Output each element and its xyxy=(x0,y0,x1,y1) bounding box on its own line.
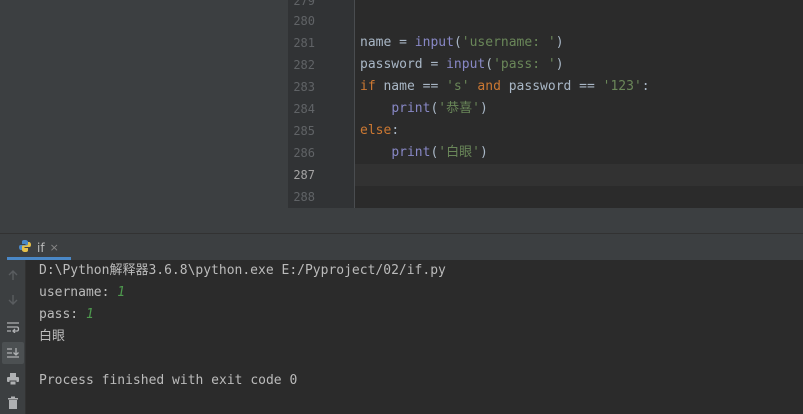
code-line-283: if name == 's' and password == '123': xyxy=(360,76,650,98)
down-arrow-icon[interactable] xyxy=(2,289,24,311)
current-line-highlight xyxy=(355,164,803,186)
code-token: if xyxy=(360,79,376,94)
up-arrow-icon[interactable] xyxy=(2,264,24,286)
code-token: print xyxy=(391,101,431,116)
code-token: 's' xyxy=(446,79,470,94)
code-line-281: name = input('username: ') xyxy=(360,32,564,54)
line-number: 288 xyxy=(293,190,315,204)
console-prompt: username: xyxy=(39,285,118,300)
line-number: 285 xyxy=(293,124,315,138)
python-icon xyxy=(18,238,32,257)
line-number: 280 xyxy=(293,14,315,28)
run-tool-window-header: if × xyxy=(0,233,803,260)
code-token: 'pass: ' xyxy=(493,57,556,72)
code-token: '白眼' xyxy=(438,145,480,160)
line-number: 286 xyxy=(293,146,315,160)
code-token: '123' xyxy=(602,79,642,94)
line-number-current: 287 xyxy=(293,168,315,182)
line-number: 281 xyxy=(293,36,315,50)
code-token: : xyxy=(641,79,650,94)
code-line-284: print('恭喜') xyxy=(360,98,488,120)
soft-wrap-icon[interactable] xyxy=(2,316,24,338)
code-token: input xyxy=(446,57,486,72)
scroll-to-end-icon[interactable] xyxy=(2,342,24,364)
project-panel xyxy=(0,0,288,233)
console-command-line: D:\Python解释器3.6.8\python.exe E:/Pyprojec… xyxy=(39,263,446,278)
code-token: 'username: ' xyxy=(461,35,556,50)
code-token: ( xyxy=(453,35,462,50)
code-token: name xyxy=(360,35,392,50)
console-prompt: pass: xyxy=(39,307,86,322)
code-token: ( xyxy=(485,57,494,72)
code-token: ) xyxy=(479,145,488,160)
code-token: password == xyxy=(500,79,603,94)
code-token: ) xyxy=(479,101,488,116)
line-number: 283 xyxy=(293,80,315,94)
code-token: = xyxy=(422,57,447,72)
code-token: name == xyxy=(375,79,447,94)
editor-bottom-strip xyxy=(288,208,803,233)
code-token: else xyxy=(360,123,392,138)
console-user-input: 1 xyxy=(85,307,94,322)
code-line-282: password = input('pass: ') xyxy=(360,54,564,76)
code-token: ) xyxy=(555,57,564,72)
console-line-pass: pass: 1 xyxy=(39,304,94,326)
run-tab-label: if xyxy=(37,240,45,255)
close-icon[interactable]: × xyxy=(50,241,59,254)
console-line-username: username: 1 xyxy=(39,282,125,304)
code-token: password xyxy=(360,57,423,72)
code-token: input xyxy=(414,35,454,50)
console-user-input: 1 xyxy=(117,285,126,300)
print-icon[interactable] xyxy=(2,368,24,390)
run-toolbar xyxy=(0,260,26,414)
code-line-285: else: xyxy=(360,120,399,142)
code-token: and xyxy=(477,79,501,94)
code-token: '恭喜' xyxy=(438,101,480,116)
code-token: print xyxy=(391,145,431,160)
code-line-286: print('白眼') xyxy=(360,142,488,164)
code-token: : xyxy=(391,123,400,138)
console-exit-message: Process finished with exit code 0 xyxy=(39,373,298,388)
code-token: = xyxy=(391,35,415,50)
console-program-output: 白眼 xyxy=(39,329,66,344)
line-number: 284 xyxy=(293,102,315,116)
line-number: 282 xyxy=(293,58,315,72)
trash-icon[interactable] xyxy=(2,392,24,414)
code-token: ) xyxy=(555,35,564,50)
